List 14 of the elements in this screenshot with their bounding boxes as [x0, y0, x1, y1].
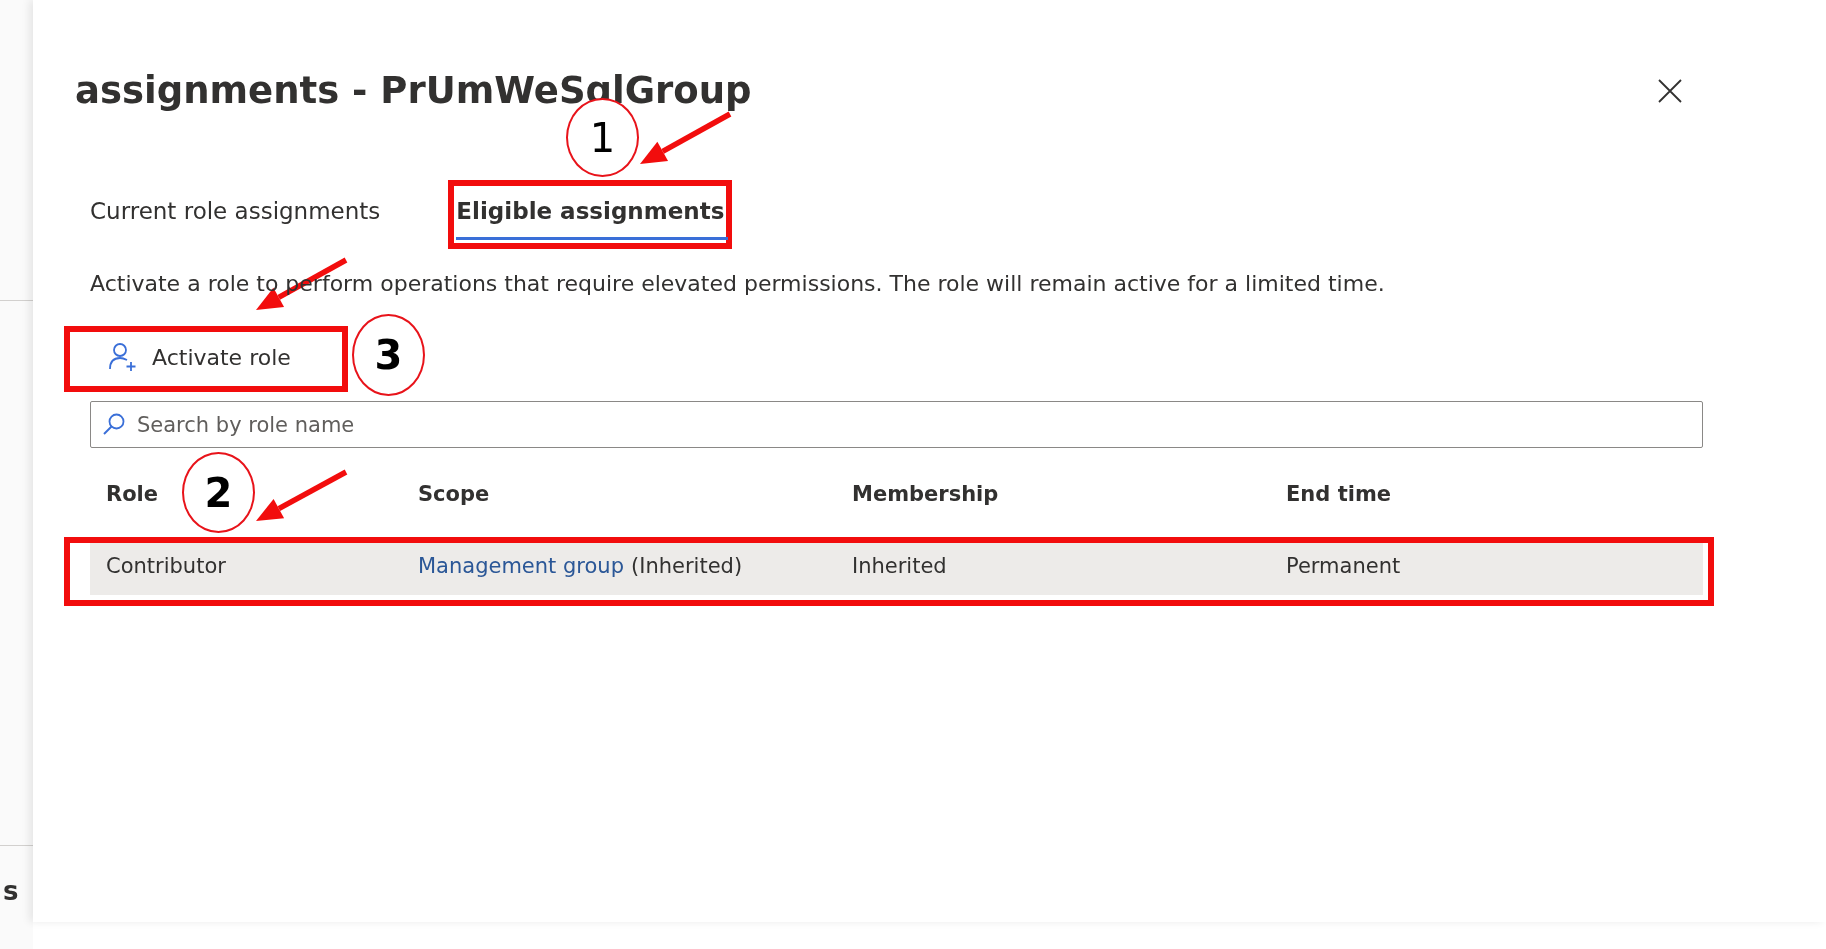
search-field[interactable]: Search by role name — [90, 401, 1703, 448]
tab[interactable]: Eligible assignments — [456, 190, 729, 240]
tab[interactable]: Current role assignments — [90, 190, 385, 240]
table-cell: Contributor — [106, 554, 226, 578]
column-header: Scope — [418, 482, 490, 506]
table-cell: Inherited — [852, 554, 947, 578]
activate-role-button[interactable]: Activate role — [90, 337, 299, 377]
column-header: Role — [106, 482, 159, 506]
table-cell: (Inherited) — [631, 554, 743, 578]
column-header: End time — [1286, 482, 1391, 506]
scope-link[interactable]: Management group — [418, 554, 624, 578]
table-cell: Permanent — [1286, 554, 1401, 578]
truncated-label: s — [2, 876, 20, 906]
column-header: Membership — [852, 482, 999, 506]
